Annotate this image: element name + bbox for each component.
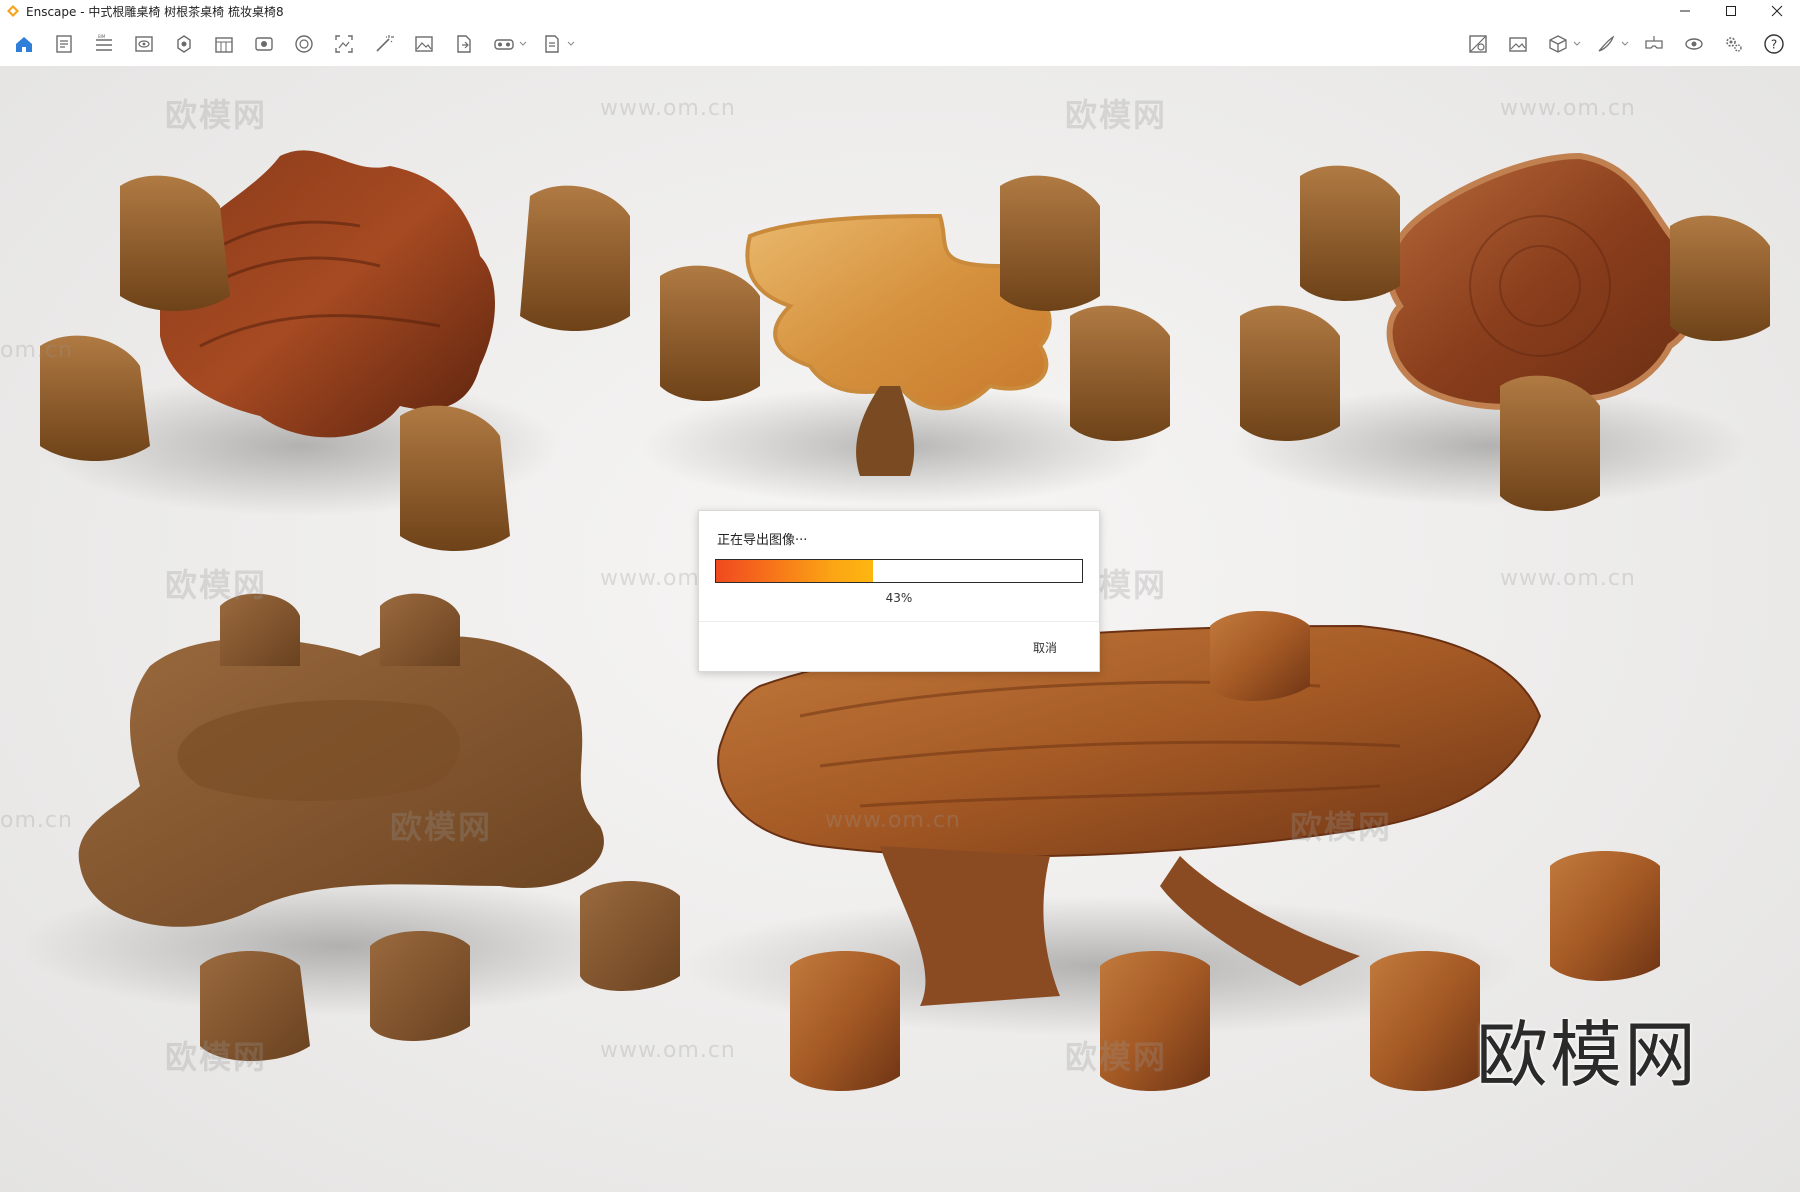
magic-wand-icon	[376, 35, 394, 52]
sun-icon	[177, 35, 191, 53]
watermark-brand: 欧模网	[1290, 808, 1393, 846]
batch-render-button[interactable]	[538, 30, 566, 58]
home-button[interactable]	[10, 30, 38, 58]
watermark-brand: 欧模网	[1065, 96, 1168, 134]
image-button[interactable]	[410, 30, 438, 58]
maximize-button[interactable]	[1708, 0, 1754, 22]
cancel-button[interactable]: 取消	[1025, 635, 1065, 660]
panorama-button[interactable]	[250, 30, 278, 58]
window-controls	[1662, 0, 1800, 22]
layers-icon: BIM	[96, 34, 112, 51]
brush-icon	[1598, 35, 1615, 52]
watermark-url: www.om.cn	[825, 808, 961, 833]
visual-settings-button[interactable]	[1680, 30, 1708, 58]
sun-button[interactable]	[170, 30, 198, 58]
visual-settings-icon	[1685, 38, 1703, 50]
watermark-url: www.om.cn	[600, 96, 736, 121]
root-table-set-2	[640, 175, 1170, 506]
tea-table-set	[20, 593, 680, 1061]
watermark-brand: 欧模网	[165, 96, 268, 134]
material-icon	[1469, 35, 1487, 53]
calendar-button[interactable]	[210, 30, 238, 58]
export-progress-bar	[715, 559, 1083, 583]
help-icon: ?	[1764, 34, 1784, 54]
brush-button[interactable]	[1592, 30, 1620, 58]
settings-button[interactable]	[1720, 30, 1748, 58]
asset-library-dropdown[interactable]	[1572, 30, 1582, 58]
settings-icon	[1726, 37, 1742, 52]
root-table-set-3	[1230, 152, 1770, 511]
material-button[interactable]	[1464, 30, 1492, 58]
export-file-icon	[457, 35, 471, 53]
minimize-icon	[1680, 10, 1690, 12]
image-icon	[415, 36, 433, 52]
globe-button[interactable]	[290, 30, 318, 58]
vr-view-button[interactable]	[1640, 30, 1668, 58]
toolbar-right-group: ?	[1458, 30, 1794, 58]
batch-render-icon	[545, 35, 559, 53]
watermark-url: www.om.cn	[1500, 96, 1636, 121]
title-bar: Enscape - 中式根雕桌椅 树根茶桌椅 梳妆桌椅8	[0, 0, 1800, 22]
vr-headset-icon	[494, 39, 514, 50]
chevron-down-icon	[1621, 41, 1629, 46]
watermark-brand: 欧模网	[165, 1038, 268, 1076]
watermark-url-fragment: om.cn	[0, 338, 73, 363]
vr-headset-button[interactable]	[490, 30, 518, 58]
big-watermark: 欧模网	[1476, 1013, 1699, 1097]
progress-fill	[716, 560, 874, 582]
home-icon	[16, 37, 32, 52]
help-button[interactable]: ?	[1760, 30, 1788, 58]
chevron-down-icon	[567, 41, 575, 46]
capture-button[interactable]	[330, 30, 358, 58]
progress-percent: 43%	[885, 591, 913, 605]
view-button[interactable]	[130, 30, 158, 58]
capture-icon	[335, 35, 353, 53]
watermark-brand: 欧模网	[165, 566, 268, 604]
export-message: 正在导出图像···	[717, 533, 808, 548]
view-icon	[135, 36, 153, 52]
maximize-icon	[1726, 6, 1736, 16]
dialog-divider	[699, 621, 1099, 622]
vr-view-icon	[1645, 36, 1663, 49]
calendar-icon	[215, 37, 233, 53]
document-icon	[56, 35, 72, 53]
root-table-set-1	[40, 150, 630, 551]
image-gallery-icon	[1509, 37, 1527, 52]
layers-button[interactable]: BIM	[90, 30, 118, 58]
asset-library-button[interactable]	[1544, 30, 1572, 58]
chevron-down-icon	[519, 41, 527, 46]
vr-headset-dropdown[interactable]	[518, 30, 528, 58]
brush-dropdown[interactable]	[1620, 30, 1630, 58]
close-icon	[1771, 5, 1783, 17]
image-gallery-button[interactable]	[1504, 30, 1532, 58]
close-button[interactable]	[1754, 0, 1800, 22]
batch-render-dropdown[interactable]	[566, 30, 576, 58]
document-button[interactable]	[50, 30, 78, 58]
enscape-logo-icon	[7, 5, 19, 17]
asset-library-icon	[1549, 35, 1567, 53]
export-dialog: 正在导出图像··· 43% 取消	[698, 510, 1100, 672]
globe-icon	[295, 35, 313, 53]
svg-text:BIM: BIM	[98, 34, 106, 39]
watermark-url: www.om.cn	[1500, 566, 1636, 591]
watermark-url-fragment: om.cn	[0, 808, 73, 833]
watermark-brand: 欧模网	[390, 808, 493, 846]
magic-wand-button[interactable]	[370, 30, 398, 58]
minimize-button[interactable]	[1662, 0, 1708, 22]
export-file-button[interactable]	[450, 30, 478, 58]
watermark-brand: 欧模网	[1065, 1038, 1168, 1076]
toolbar-left-group: BIM	[4, 30, 580, 58]
window-title: Enscape - 中式根雕桌椅 树根茶桌椅 梳妆桌椅8	[26, 4, 284, 19]
panorama-icon	[255, 37, 273, 51]
svg-text:?: ?	[1771, 38, 1777, 52]
watermark-url: www.om.cn	[600, 1038, 736, 1063]
main-toolbar: BIM ?	[0, 22, 1800, 82]
chevron-down-icon	[1573, 41, 1581, 46]
